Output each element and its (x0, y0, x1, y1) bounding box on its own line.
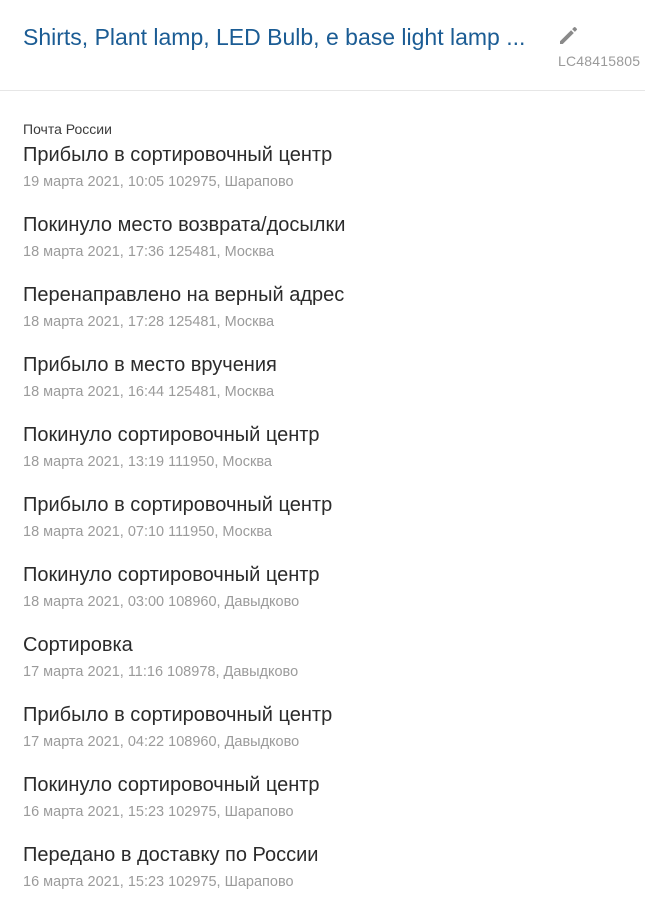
carrier-name: Почта России (23, 121, 112, 137)
event-title: Перенаправлено на верный адрес (23, 284, 345, 306)
event-title: Прибыло в место вручения (23, 354, 277, 376)
event-meta: 18 марта 2021, 03:00 108960, Давыдково (23, 594, 300, 610)
event-title: Прибыло в сортировочный центр (23, 494, 333, 516)
event-title: Покинуло место возврата/досылки (23, 214, 346, 236)
tracking-event: Сортировка 17 марта 2021, 11:16 108978, … (23, 632, 633, 702)
tracking-event: Прибыло в сортировочный центр 19 марта 2… (23, 142, 633, 212)
event-meta: 18 марта 2021, 13:19 111950, Москва (23, 454, 272, 470)
tracking-event: Покинуло сортировочный центр 18 марта 20… (23, 562, 633, 632)
event-meta: 16 марта 2021, 15:23 102975, Шарапово (23, 804, 294, 820)
tracking-event: Покинуло сортировочный центр 18 марта 20… (23, 422, 633, 492)
tracking-event: Прибыло в место вручения 18 марта 2021, … (23, 352, 633, 422)
tracking-event: Перенаправлено на верный адрес 18 марта … (23, 282, 633, 352)
event-meta: 18 марта 2021, 16:44 125481, Москва (23, 384, 275, 400)
event-title: Покинуло сортировочный центр (23, 774, 320, 796)
event-title: Передано в доставку по России (23, 844, 319, 866)
pencil-icon[interactable] (556, 24, 580, 48)
tracking-event: Прибыло в сортировочный центр 18 марта 2… (23, 492, 633, 562)
tracking-event: Покинуло сортировочный центр 16 марта 20… (23, 772, 633, 842)
event-meta: 17 марта 2021, 04:22 108960, Давыдково (23, 734, 300, 750)
event-title: Покинуло сортировочный центр (23, 564, 320, 586)
tracking-event: Передано в доставку по России 16 марта 2… (23, 842, 633, 912)
event-title: Прибыло в сортировочный центр (23, 704, 333, 726)
track-code: LC48415805 (558, 53, 641, 69)
tracking-event: Покинуло место возврата/досылки 18 марта… (23, 212, 633, 282)
event-title: Покинуло сортировочный центр (23, 424, 320, 446)
event-title: Сортировка (23, 634, 133, 656)
event-meta: 18 марта 2021, 17:36 125481, Москва (23, 244, 275, 260)
event-meta: 18 марта 2021, 17:28 125481, Москва (23, 314, 275, 330)
shipment-header: Shirts, Plant lamp, LED Bulb, e base lig… (0, 0, 645, 91)
tracking-event: Прибыло в сортировочный центр 17 марта 2… (23, 702, 633, 772)
shipment-title[interactable]: Shirts, Plant lamp, LED Bulb, e base lig… (23, 22, 543, 52)
event-meta: 18 марта 2021, 07:10 111950, Москва (23, 524, 272, 540)
tracking-events-list: Прибыло в сортировочный центр 19 марта 2… (23, 142, 633, 912)
event-title: Прибыло в сортировочный центр (23, 144, 333, 166)
event-meta: 19 марта 2021, 10:05 102975, Шарапово (23, 174, 294, 190)
event-meta: 17 марта 2021, 11:16 108978, Давыдково (23, 664, 299, 680)
event-meta: 16 марта 2021, 15:23 102975, Шарапово (23, 874, 294, 890)
